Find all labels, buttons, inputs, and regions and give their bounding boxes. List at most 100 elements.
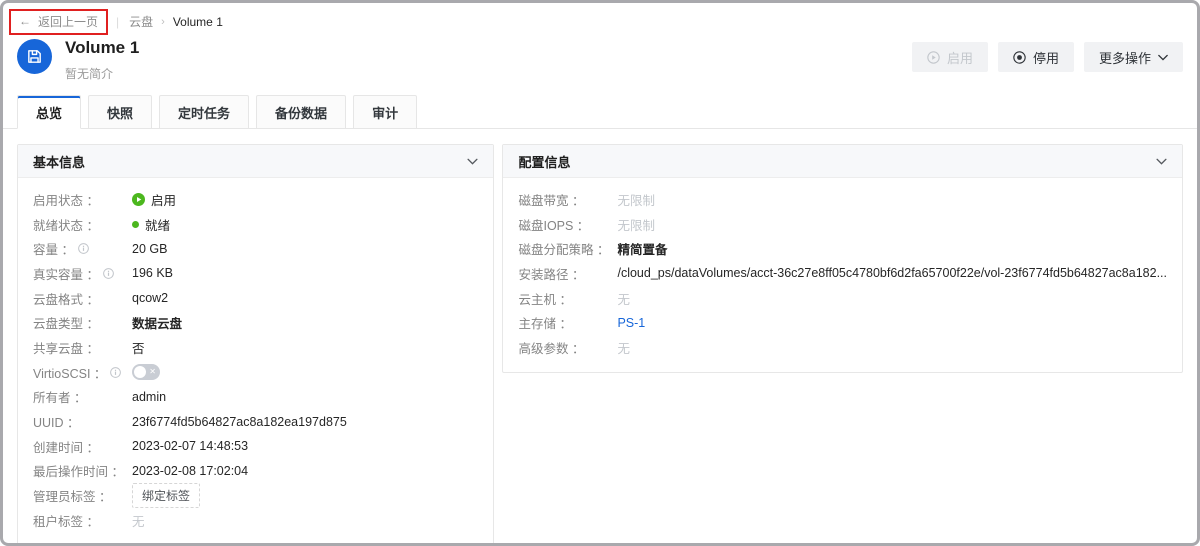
- tab-bar: 总览快照定时任务备份数据审计: [3, 95, 1197, 129]
- detail-row: 就绪状态 ：就绪: [33, 212, 478, 237]
- field-value: 20 GB: [132, 242, 478, 256]
- disable-button[interactable]: 停用: [998, 42, 1074, 72]
- field-value: 精简置备: [617, 239, 1167, 258]
- detail-row: 共享云盘 ：否: [33, 335, 478, 360]
- field-label: 管理员标签 ：: [33, 486, 132, 505]
- tab-snapshot[interactable]: 快照: [88, 95, 152, 129]
- field-value: 数据云盘: [132, 313, 478, 332]
- detail-row: VirtioSCSI ：: [33, 360, 478, 385]
- detail-row: 容量 ：20 GB: [33, 236, 478, 261]
- breadcrumb-item-volumes[interactable]: 云盘: [129, 13, 153, 30]
- field-value: [132, 364, 478, 380]
- collapse-chevron-down-icon[interactable]: [467, 158, 478, 165]
- detail-row: 主存储 ：PS-1: [518, 310, 1167, 335]
- title-block: Volume 1 暂无简介: [65, 37, 139, 82]
- info-icon[interactable]: [103, 268, 114, 279]
- detail-row: 租户标签 ：无: [33, 508, 478, 533]
- basic-info-card: 基本信息 启用状态 ：启用就绪状态 ：就绪容量 ：20 GB真实容量 ：196 …: [17, 144, 494, 546]
- detail-row: 真实容量 ：196 KB: [33, 261, 478, 286]
- breadcrumb-separator-icon: ›: [161, 16, 165, 28]
- detail-row: UUID ：23f6774fd5b64827ac8a182ea197d875: [33, 409, 478, 434]
- field-label: 就绪状态 ：: [33, 215, 132, 234]
- field-value: 196 KB: [132, 266, 478, 280]
- volume-detail-page: ← 返回上一页 | 云盘 › Volume 1 Volume 1 暂无简介 启用…: [0, 0, 1200, 546]
- field-label: 高级参数 ：: [518, 338, 617, 357]
- button-label: 更多操作: [1099, 48, 1151, 67]
- field-label: UUID ：: [33, 412, 132, 431]
- field-label: 磁盘带宽 ：: [518, 190, 617, 209]
- collapse-chevron-down-icon[interactable]: [1156, 158, 1167, 165]
- enable-button[interactable]: 启用: [912, 42, 988, 72]
- detail-row: 高级参数 ：无: [518, 335, 1167, 360]
- tab-backup-data[interactable]: 备份数据: [256, 95, 346, 129]
- field-label: 真实容量 ：: [33, 264, 132, 283]
- detail-row: 启用状态 ：启用: [33, 187, 478, 212]
- basic-info-card-body: 启用状态 ：启用就绪状态 ：就绪容量 ：20 GB真实容量 ：196 KB云盘格…: [18, 178, 493, 545]
- breadcrumb-item-current: Volume 1: [173, 15, 223, 29]
- page-title: Volume 1: [65, 37, 139, 59]
- field-label: 主存储 ：: [518, 313, 617, 332]
- field-label: 云盘格式 ：: [33, 289, 132, 308]
- field-value: 无限制: [617, 190, 1167, 209]
- back-arrow-icon: ←: [19, 14, 31, 28]
- detail-row: 创建时间 ：2023-02-07 14:48:53: [33, 434, 478, 459]
- power-circle-icon: [1013, 51, 1026, 64]
- field-label: VirtioSCSI ：: [33, 363, 132, 382]
- field-label: 所有者 ：: [33, 387, 132, 406]
- field-value: /cloud_ps/dataVolumes/acct-36c27e8ff05c4…: [617, 266, 1167, 280]
- status-play-icon: [132, 193, 145, 206]
- tab-overview[interactable]: 总览: [17, 95, 81, 129]
- detail-row: 磁盘IOPS ：无限制: [518, 212, 1167, 237]
- detail-row: 云主机 ：无: [518, 286, 1167, 311]
- field-label: 创建时间 ：: [33, 437, 132, 456]
- detail-row: 磁盘带宽 ：无限制: [518, 187, 1167, 212]
- play-circle-icon: [927, 51, 940, 64]
- config-info-card-title: 配置信息: [518, 152, 570, 171]
- info-icon[interactable]: [78, 243, 89, 254]
- config-info-card: 配置信息 磁盘带宽 ：无限制磁盘IOPS ：无限制磁盘分配策略 ：精简置备安装路…: [502, 144, 1183, 373]
- field-value: 2023-02-08 17:02:04: [132, 464, 478, 478]
- detail-row: 安装路径 ：/cloud_ps/dataVolumes/acct-36c27e8…: [518, 261, 1167, 286]
- field-value: 无: [617, 338, 1167, 357]
- header-actions: 启用 停用 更多操作: [912, 37, 1183, 72]
- field-label: 容量 ：: [33, 239, 132, 258]
- field-label: 共享云盘 ：: [33, 338, 132, 357]
- detail-row: 所有者 ：admin: [33, 385, 478, 410]
- field-value: qcow2: [132, 291, 478, 305]
- button-label: 停用: [1033, 48, 1059, 67]
- detail-row: 管理员标签 ：绑定标签: [33, 483, 478, 508]
- detail-row: 最后操作时间 ：2023-02-08 17:02:04: [33, 459, 478, 484]
- tab-audit[interactable]: 审计: [353, 95, 417, 129]
- field-value: 无限制: [617, 215, 1167, 234]
- primary-storage-link[interactable]: PS-1: [617, 316, 1167, 330]
- field-value: 23f6774fd5b64827ac8a182ea197d875: [132, 415, 478, 429]
- field-value: 无: [132, 511, 478, 530]
- back-link[interactable]: ← 返回上一页: [9, 9, 108, 35]
- field-label: 磁盘分配策略 ：: [518, 239, 617, 258]
- breadcrumb: ← 返回上一页 | 云盘 › Volume 1: [3, 3, 1197, 33]
- breadcrumb-divider: |: [116, 15, 119, 29]
- more-actions-button[interactable]: 更多操作: [1084, 42, 1183, 72]
- back-link-label: 返回上一页: [38, 13, 98, 30]
- virtioscsi-toggle[interactable]: [132, 364, 160, 380]
- field-label: 租户标签 ：: [33, 511, 132, 530]
- field-label: 最后操作时间 ：: [33, 461, 132, 480]
- config-info-card-header: 配置信息: [503, 145, 1182, 178]
- field-value: admin: [132, 390, 478, 404]
- info-icon[interactable]: [110, 367, 121, 378]
- field-label: 磁盘IOPS ：: [518, 215, 617, 234]
- detail-row: 云盘类型 ：数据云盘: [33, 310, 478, 335]
- detail-row: 云盘格式 ：qcow2: [33, 286, 478, 311]
- field-label: 云主机 ：: [518, 289, 617, 308]
- field-label: 安装路径 ：: [518, 264, 617, 283]
- field-value: 无: [617, 289, 1167, 308]
- field-label: 云盘类型 ：: [33, 313, 132, 332]
- field-value: 否: [132, 338, 478, 357]
- field-value: 绑定标签: [132, 483, 478, 508]
- tab-scheduled-tasks[interactable]: 定时任务: [159, 95, 249, 129]
- overview-content: 基本信息 启用状态 ：启用就绪状态 ：就绪容量 ：20 GB真实容量 ：196 …: [3, 129, 1197, 546]
- field-value: 就绪: [132, 215, 478, 234]
- basic-info-card-title: 基本信息: [33, 152, 85, 171]
- bind-tag-button[interactable]: 绑定标签: [132, 483, 200, 508]
- basic-info-card-header: 基本信息: [18, 145, 493, 178]
